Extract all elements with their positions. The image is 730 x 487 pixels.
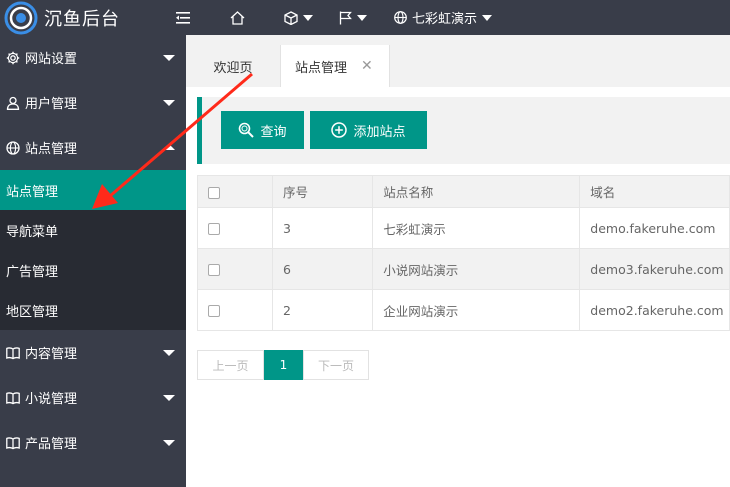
row-checkbox[interactable]: [208, 305, 220, 317]
chevron-down-icon: [303, 14, 313, 21]
globe-icon: [394, 11, 407, 24]
sidebar-group-label: 用户管理: [25, 97, 78, 112]
sidebar-group-novel-management[interactable]: 小说管理: [0, 375, 186, 420]
logo-icon: [4, 1, 38, 34]
flag-dropdown[interactable]: [339, 0, 367, 35]
chevron-down-icon: [163, 395, 175, 401]
sidebar-group-label: 站点管理: [25, 142, 78, 157]
site-switcher-dropdown[interactable]: 七彩虹演示: [394, 0, 493, 35]
menu-toggle-button[interactable]: [176, 0, 190, 35]
sidebar-item-site-management[interactable]: 站点管理: [0, 170, 186, 210]
app-title: 沉鱼后台: [44, 8, 120, 30]
flag-icon: [339, 11, 352, 24]
menu-collapse-icon: [176, 11, 190, 24]
current-site-label: 七彩虹演示: [412, 12, 478, 27]
sidebar-item-ad-management[interactable]: 广告管理: [0, 250, 186, 290]
book-icon: [6, 346, 20, 359]
tab-label: 站点管理: [295, 60, 348, 76]
sidebar-group-label: 产品管理: [25, 437, 78, 452]
select-all-checkbox[interactable]: [208, 186, 220, 199]
sidebar-group-site-management[interactable]: 站点管理: [0, 125, 186, 170]
query-button-label: 查询: [260, 124, 287, 140]
sidebar-group-product-management[interactable]: 产品管理: [0, 420, 186, 465]
column-header-domain[interactable]: 域名: [579, 175, 730, 208]
search-icon: [239, 122, 255, 138]
cell-id: 2: [271, 289, 374, 331]
book-icon: [6, 436, 20, 449]
add-site-button-label: 添加站点: [353, 124, 406, 140]
top-header: 沉鱼后台 七彩虹演示: [0, 0, 730, 35]
current-page-button[interactable]: 1: [264, 350, 303, 380]
sidebar-submenu-site-management: 站点管理 导航菜单 广告管理 地区管理: [0, 170, 186, 330]
chevron-down-icon: [482, 14, 493, 21]
table-row[interactable]: 2 企业网站演示 demo2.fakeruhe.com: [197, 289, 730, 331]
row-checkbox[interactable]: [208, 223, 220, 235]
next-page-button[interactable]: 下一页: [303, 350, 369, 380]
tab-label: 欢迎页: [213, 60, 253, 76]
row-select-cell: [197, 289, 273, 331]
sidebar-group-user-management[interactable]: 用户管理: [0, 80, 186, 125]
plus-circle-icon: [331, 122, 348, 138]
chevron-down-icon: [357, 14, 367, 21]
add-site-button[interactable]: 添加站点: [310, 111, 427, 149]
column-header-name[interactable]: 站点名称: [372, 175, 581, 208]
home-icon: [230, 10, 245, 25]
row-select-cell: [197, 248, 273, 290]
table-row[interactable]: 3 七彩虹演示 demo.fakeruhe.com: [197, 207, 730, 249]
sidebar: 网站设置 用户管理 站点管理 站点管理 导航菜单 广告管理 地区管理 内容管理: [0, 35, 186, 487]
globe-icon: [6, 140, 20, 155]
chevron-down-icon: [163, 100, 175, 106]
cell-id: 6: [271, 248, 374, 290]
cell-id: 3: [271, 207, 374, 249]
column-header-id[interactable]: 序号: [271, 175, 374, 208]
gear-icon: [6, 51, 20, 64]
close-icon[interactable]: ✕: [361, 58, 373, 74]
sidebar-group-content-management[interactable]: 内容管理: [0, 330, 186, 375]
row-select-cell: [197, 207, 273, 249]
chevron-down-icon: [163, 55, 175, 61]
prev-page-button[interactable]: 上一页: [197, 350, 264, 380]
sidebar-item-navigation-menu[interactable]: 导航菜单: [0, 210, 186, 250]
query-button[interactable]: 查询: [221, 111, 304, 149]
book-icon: [6, 391, 20, 404]
chevron-up-icon: [163, 144, 175, 150]
tab-site-management[interactable]: 站点管理 ✕: [280, 45, 390, 87]
pagination: 上一页 1 下一页: [197, 350, 369, 380]
logo[interactable]: 沉鱼后台: [0, 0, 186, 35]
table-header-row: 序号 站点名称 域名: [197, 175, 730, 208]
chevron-down-icon: [163, 350, 175, 356]
tab-welcome[interactable]: 欢迎页: [186, 45, 280, 87]
module-dropdown[interactable]: [284, 0, 313, 35]
action-toolbar: 查询 添加站点: [197, 97, 730, 164]
user-icon: [6, 96, 20, 110]
sidebar-group-label: 网站设置: [25, 52, 78, 67]
cube-icon: [284, 10, 298, 25]
chevron-down-icon: [163, 440, 175, 446]
main-content: 欢迎页 站点管理 ✕ 查询 添加站点 序号 站点名称 域名 3 七彩虹演示 de…: [186, 35, 730, 487]
site-table: 序号 站点名称 域名 3 七彩虹演示 demo.fakeruhe.com 6 小…: [197, 175, 730, 331]
table-row[interactable]: 6 小说网站演示 demo3.fakeruhe.com: [197, 248, 730, 290]
tab-bar: 欢迎页 站点管理 ✕: [186, 35, 730, 87]
home-button[interactable]: [230, 0, 245, 35]
row-checkbox[interactable]: [208, 264, 220, 276]
cell-domain: demo3.fakeruhe.com: [579, 248, 730, 290]
sidebar-item-region-management[interactable]: 地区管理: [0, 290, 186, 330]
cell-name: 小说网站演示: [372, 248, 581, 290]
cell-domain: demo.fakeruhe.com: [579, 207, 730, 249]
cell-domain: demo2.fakeruhe.com: [579, 289, 730, 331]
cell-name: 七彩虹演示: [372, 207, 581, 249]
sidebar-group-site-settings[interactable]: 网站设置: [0, 35, 186, 80]
select-all-cell: [197, 175, 273, 208]
sidebar-group-label: 内容管理: [25, 347, 78, 362]
sidebar-group-label: 小说管理: [25, 392, 78, 407]
cell-name: 企业网站演示: [372, 289, 581, 331]
